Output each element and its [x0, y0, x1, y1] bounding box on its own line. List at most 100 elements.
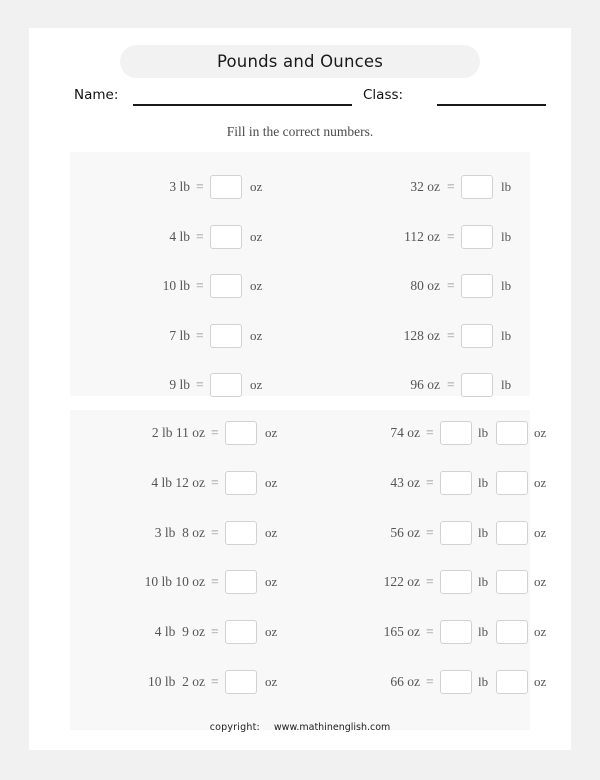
problem-question: 4 lb 12 oz	[151, 474, 205, 490]
equals-sign: =	[211, 624, 219, 640]
answer-input-box-pounds[interactable]	[440, 421, 472, 445]
problem-question: 4 lb	[169, 228, 190, 244]
equals-sign: =	[426, 524, 434, 540]
answer-input-box[interactable]	[210, 175, 242, 199]
problem-row: 7 lb = oz	[70, 323, 300, 349]
problem-question: 10 lb 2 oz	[148, 674, 205, 689]
answer-input-box[interactable]	[210, 373, 242, 397]
equals-sign: =	[211, 474, 219, 490]
equals-sign: =	[426, 624, 434, 640]
unit-label-pounds: lb	[478, 674, 489, 689]
problem-row: 4 lb 12 oz = oz	[70, 470, 300, 496]
answer-input-box[interactable]	[225, 570, 257, 595]
unit-label: lb	[501, 179, 512, 194]
answer-input-box[interactable]	[461, 373, 493, 397]
answer-input-box[interactable]	[210, 323, 242, 348]
problem-row: 43 oz = lb oz	[300, 470, 546, 496]
answer-input-box[interactable]	[225, 421, 257, 445]
unit-label: oz	[250, 327, 263, 343]
unit-label: oz	[265, 574, 278, 590]
unit-label-ounces: oz	[534, 425, 547, 440]
problem-row: 122 oz = lb oz	[300, 569, 546, 595]
problem-question: 7 lb	[169, 327, 190, 343]
unit-label: oz	[250, 179, 263, 194]
unit-label: oz	[250, 377, 263, 392]
problem-row: 3 lb = oz	[70, 174, 300, 200]
equals-sign: =	[196, 179, 204, 194]
problem-row: 112 oz = lb	[300, 224, 530, 250]
equals-sign: =	[426, 574, 434, 590]
unit-label: oz	[265, 474, 278, 490]
problem-row: 10 lb = oz	[70, 273, 300, 299]
unit-label-ounces: oz	[534, 624, 547, 640]
equals-sign: =	[447, 327, 455, 343]
answer-input-box-ounces[interactable]	[496, 470, 528, 495]
problem-panel-section-1: 3 lb = oz 32 oz = lb 4 lb = oz 112 oz = lb 10 lb = oz 8…	[70, 152, 530, 398]
website-url: www.mathinenglish.com	[273, 722, 391, 733]
problem-row: 4 lb = oz	[70, 224, 300, 250]
unit-label-pounds: lb	[478, 425, 489, 440]
problem-question: 56 oz	[390, 524, 420, 540]
equals-sign: =	[196, 228, 204, 244]
problem-row: 10 lb 2 oz = oz	[70, 669, 300, 695]
problem-question: 122 oz	[383, 574, 420, 590]
problem-question: 3 lb	[169, 179, 190, 194]
problem-question: 128 oz	[403, 327, 440, 343]
worksheet-title-banner: Pounds and Ounces	[120, 45, 480, 78]
unit-label-pounds: lb	[478, 574, 489, 590]
answer-input-box-ounces[interactable]	[496, 620, 528, 645]
problem-row: 74 oz = lb oz	[300, 420, 546, 446]
answer-input-box[interactable]	[225, 620, 257, 645]
equals-sign: =	[196, 278, 204, 293]
answer-input-box-pounds[interactable]	[440, 670, 472, 694]
answer-input-box[interactable]	[210, 274, 242, 298]
answer-input-box-ounces[interactable]	[496, 421, 528, 445]
equals-sign: =	[211, 574, 219, 590]
equals-sign: =	[447, 377, 455, 392]
problem-row: 66 oz = lb oz	[300, 669, 546, 695]
problem-row: 80 oz = lb	[300, 273, 530, 299]
equals-sign: =	[426, 674, 434, 689]
answer-input-box-ounces[interactable]	[496, 670, 528, 694]
unit-label: lb	[501, 228, 512, 244]
answer-input-box[interactable]	[225, 470, 257, 495]
problem-question: 32 oz	[410, 179, 440, 194]
answer-input-box-pounds[interactable]	[440, 470, 472, 495]
unit-label: oz	[265, 674, 278, 689]
instruction-text: Fill in the correct numbers.	[226, 124, 374, 139]
answer-input-box[interactable]	[225, 520, 257, 545]
unit-label: oz	[250, 278, 263, 293]
problem-question: 9 lb	[169, 377, 190, 392]
answer-input-box[interactable]	[461, 175, 493, 199]
name-write-line[interactable]	[133, 104, 352, 106]
unit-label-ounces: oz	[534, 574, 547, 590]
equals-sign: =	[426, 425, 434, 440]
equals-sign: =	[196, 327, 204, 343]
class-label: Class:	[363, 87, 404, 103]
problem-question: 4 lb 9 oz	[154, 624, 205, 640]
answer-input-box[interactable]	[225, 670, 257, 694]
answer-input-box-ounces[interactable]	[496, 570, 528, 595]
answer-input-box[interactable]	[461, 274, 493, 298]
unit-label: lb	[501, 278, 512, 293]
unit-label: oz	[265, 624, 278, 640]
equals-sign: =	[196, 377, 204, 392]
answer-input-box-pounds[interactable]	[440, 570, 472, 595]
equals-sign: =	[447, 228, 455, 244]
answer-input-box[interactable]	[461, 224, 493, 249]
answer-input-box[interactable]	[461, 323, 493, 348]
problem-row: 165 oz = lb oz	[300, 619, 546, 645]
answer-input-box[interactable]	[210, 224, 242, 249]
problem-row: 96 oz = lb	[300, 372, 530, 398]
problem-row: 9 lb = oz	[70, 372, 300, 398]
answer-input-box-pounds[interactable]	[440, 520, 472, 545]
footer: copyright: www.mathinenglish.com	[29, 722, 571, 733]
unit-label: oz	[250, 228, 263, 244]
problem-question: 96 oz	[410, 377, 440, 392]
problem-question: 2 lb 11 oz	[151, 425, 205, 440]
class-write-line[interactable]	[437, 104, 546, 106]
answer-input-box-ounces[interactable]	[496, 520, 528, 545]
answer-input-box-pounds[interactable]	[440, 620, 472, 645]
problem-row: 4 lb 9 oz = oz	[70, 619, 300, 645]
unit-label-pounds: lb	[478, 474, 489, 490]
